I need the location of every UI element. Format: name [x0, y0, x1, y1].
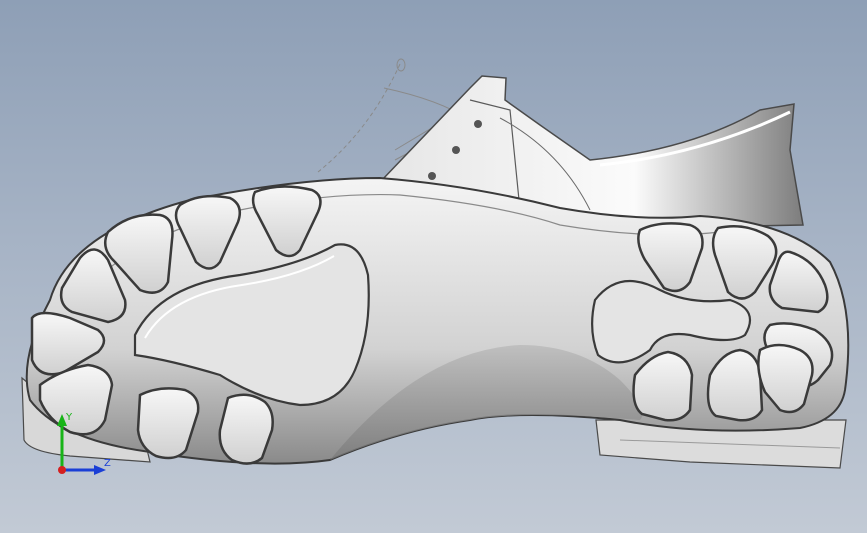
x-axis-icon	[58, 466, 66, 474]
shoe-model[interactable]	[0, 0, 867, 533]
eyelet-icon	[428, 172, 436, 180]
eyelet-icon	[474, 120, 482, 128]
eyelet-icon	[452, 146, 460, 154]
graphics-viewport[interactable]: Y Z	[0, 0, 867, 533]
axis-triad: Y Z	[57, 412, 111, 475]
y-axis-label: Y	[65, 412, 73, 423]
y-axis-icon: Y	[57, 412, 73, 470]
z-axis-icon: Z	[62, 458, 111, 475]
z-axis-label: Z	[104, 458, 111, 469]
